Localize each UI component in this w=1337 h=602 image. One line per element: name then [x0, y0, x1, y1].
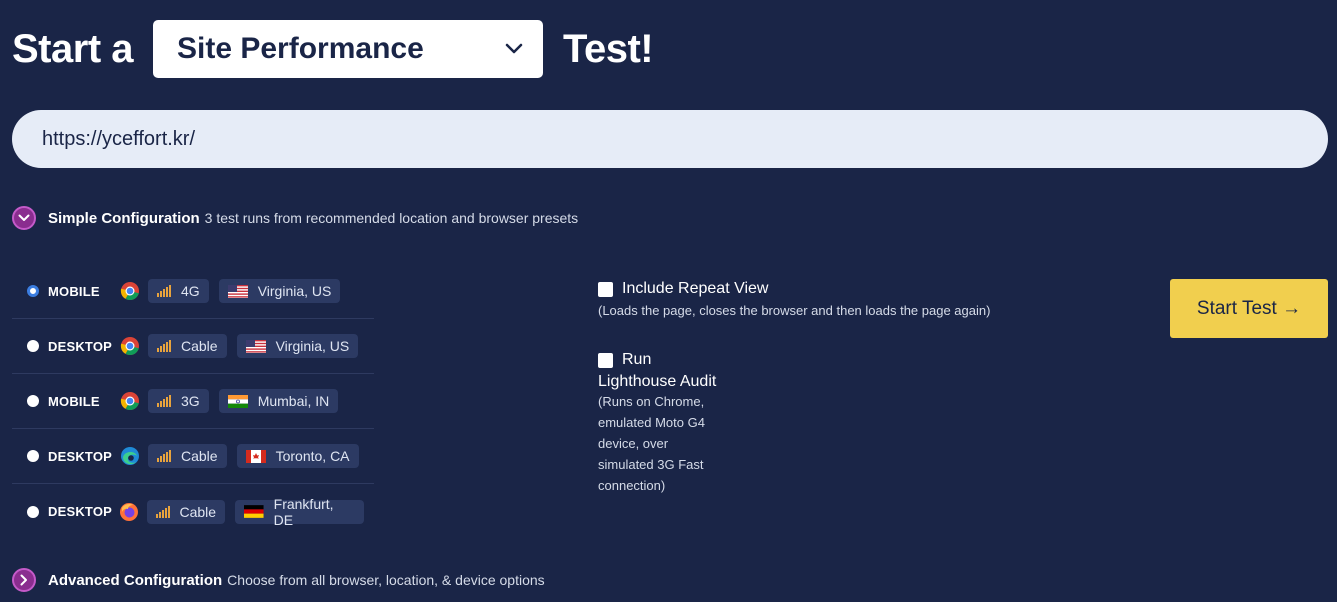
chevron-down-icon — [505, 43, 523, 55]
test-type-value: Site Performance — [177, 32, 424, 65]
simple-config-description: 3 test runs from recommended location an… — [204, 210, 579, 226]
preset-row[interactable]: DESKTOP Cable Toronto, CA — [12, 429, 374, 484]
header-suffix: Test! — [563, 26, 654, 71]
simple-config-header: Simple Configuration 3 test runs from re… — [12, 206, 578, 230]
preset-row[interactable]: DESKTOP Cable Virginia, US — [12, 319, 374, 374]
chrome-icon — [120, 282, 139, 301]
start-test-button[interactable]: Start Test → — [1170, 279, 1328, 338]
preset-device: DESKTOP — [48, 504, 113, 519]
lighthouse-label-line1: Run — [622, 351, 652, 368]
repeat-view-option: Include Repeat View — [598, 280, 1018, 298]
location-label: Toronto, CA — [275, 448, 350, 464]
preset-radio[interactable] — [27, 505, 39, 518]
location-pill: Mumbai, IN — [218, 389, 339, 413]
us-flag-icon — [227, 284, 248, 298]
connection-pill: 4G — [148, 279, 209, 303]
signal-bars-icon — [157, 285, 171, 297]
lighthouse-checkbox[interactable] — [598, 352, 613, 368]
connection-label: 3G — [181, 393, 200, 409]
preset-row[interactable]: DESKTOP Cable Frankfurt, DE — [12, 484, 374, 539]
canada-flag-icon — [245, 449, 266, 463]
preset-device: MOBILE — [48, 393, 100, 409]
connection-pill: Cable — [146, 499, 226, 524]
preset-row[interactable]: MOBILE 4G Virginia, US — [12, 264, 374, 319]
location-label: Virginia, US — [257, 283, 332, 299]
location-label: Mumbai, IN — [257, 393, 330, 409]
chevron-right-icon — [20, 574, 27, 586]
preset-device: MOBILE — [48, 283, 100, 299]
lighthouse-note-line: simulated 3G Fast — [598, 457, 704, 472]
preset-radio[interactable] — [27, 395, 39, 407]
advanced-config-header: Advanced Configuration Choose from all b… — [12, 568, 545, 592]
signal-bars-icon — [155, 505, 170, 518]
advanced-config-toggle[interactable] — [12, 568, 36, 592]
india-flag-icon — [227, 394, 248, 408]
connection-pill: Cable — [148, 444, 227, 468]
test-type-select[interactable]: Site Performance — [153, 20, 543, 78]
lighthouse-note-line: device, over — [598, 436, 669, 451]
preset-radio[interactable] — [27, 450, 39, 462]
firefox-icon — [119, 502, 138, 521]
preset-device: DESKTOP — [48, 338, 113, 354]
connection-pill: Cable — [148, 334, 227, 358]
lighthouse-note-line: connection) — [598, 478, 666, 493]
lighthouse-note: (Runs on Chrome, emulated Moto G4 device… — [598, 391, 1018, 496]
simple-config-toggle[interactable] — [12, 206, 36, 230]
preset-row[interactable]: MOBILE 3G Mumbai, IN — [12, 374, 374, 429]
url-bar — [12, 110, 1328, 168]
preset-radio[interactable] — [27, 285, 39, 297]
location-pill: Frankfurt, DE — [235, 496, 364, 528]
location-label: Frankfurt, DE — [273, 495, 334, 528]
chevron-down-icon — [18, 214, 30, 221]
connection-label: 4G — [181, 283, 200, 299]
test-options: Include Repeat View (Loads the page, clo… — [598, 280, 1018, 496]
signal-bars-icon — [157, 395, 171, 407]
connection-label: Cable — [179, 503, 217, 520]
header-prefix: Start a — [12, 26, 134, 71]
location-pill: Virginia, US — [218, 279, 341, 303]
edge-icon — [121, 447, 139, 465]
connection-pill: 3G — [148, 389, 209, 413]
preset-list: MOBILE 4G Virginia, US DESKTOP Cable Vir… — [12, 264, 374, 539]
lighthouse-note-line: (Runs on Chrome, — [598, 394, 705, 409]
repeat-view-note: (Loads the page, closes the browser and … — [598, 303, 991, 318]
preset-device: DESKTOP — [48, 448, 113, 464]
connection-label: Cable — [181, 448, 218, 464]
lighthouse-option: Run — [598, 351, 1018, 369]
lighthouse-note-line: emulated Moto G4 — [598, 415, 705, 430]
preset-radio[interactable] — [27, 340, 39, 352]
location-label: Virginia, US — [275, 338, 350, 354]
connection-label: Cable — [181, 338, 218, 354]
url-input[interactable] — [40, 126, 1300, 152]
location-pill: Virginia, US — [236, 334, 359, 358]
signal-bars-icon — [157, 450, 171, 462]
simple-config-title: Simple Configuration — [48, 209, 200, 227]
lighthouse-label-line2: Lighthouse Audit — [598, 373, 717, 390]
advanced-config-title: Advanced Configuration — [48, 571, 223, 589]
repeat-view-checkbox[interactable] — [598, 281, 613, 297]
repeat-view-label: Include Repeat View — [622, 280, 769, 297]
germany-flag-icon — [244, 505, 264, 518]
advanced-config-description: Choose from all browser, location, & dev… — [227, 572, 545, 588]
us-flag-icon — [245, 339, 266, 353]
chrome-icon — [120, 337, 139, 356]
page-header: Start a Site Performance Test! — [12, 20, 654, 78]
location-pill: Toronto, CA — [236, 444, 359, 468]
signal-bars-icon — [157, 340, 171, 352]
chrome-icon — [120, 392, 139, 411]
